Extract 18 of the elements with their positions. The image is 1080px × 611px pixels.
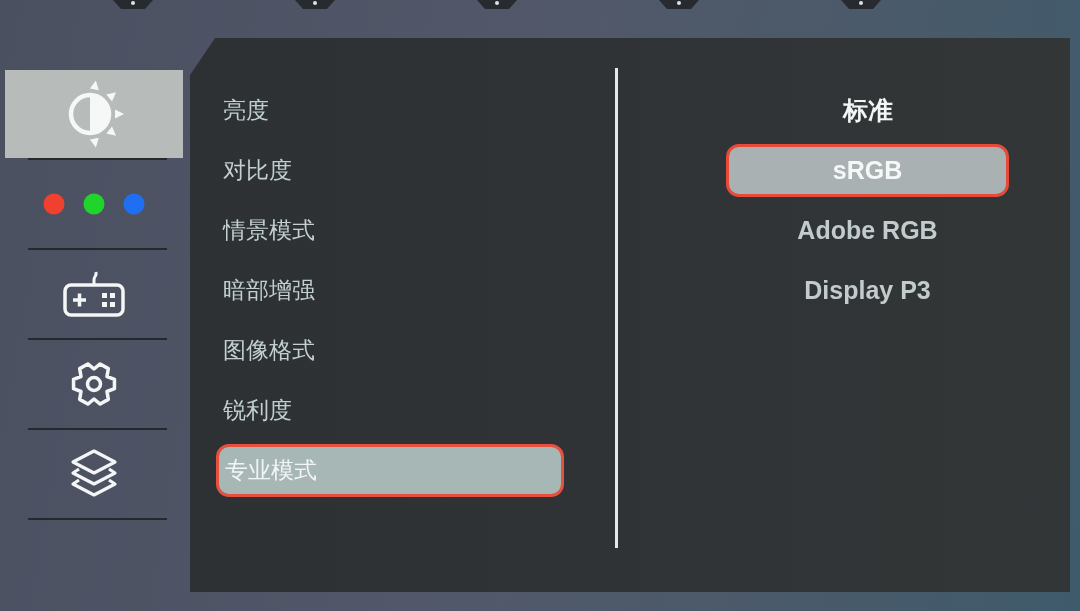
menu-item[interactable]: 亮度	[216, 84, 564, 137]
dot-marker-icon	[295, 0, 335, 9]
menu-item[interactable]: 锐利度	[216, 384, 564, 437]
menu-item[interactable]: 图像格式	[216, 324, 564, 377]
mode-option[interactable]: 标准	[726, 84, 1009, 137]
layers-icon	[69, 448, 119, 500]
mode-option[interactable]: Display P3	[726, 264, 1009, 317]
dot-marker-icon	[659, 0, 699, 9]
menu-item[interactable]: 情景模式	[216, 204, 564, 257]
dot-marker-icon	[477, 0, 517, 9]
mode-option[interactable]: Adobe RGB	[726, 204, 1009, 257]
dot-marker-icon	[113, 0, 153, 9]
menu-item[interactable]: 对比度	[216, 144, 564, 197]
rgb-dots-icon	[43, 193, 145, 215]
dot-marker-icon	[841, 0, 881, 9]
gamepad-icon	[63, 271, 125, 317]
settings-icon	[69, 359, 119, 409]
menu-item[interactable]: 暗部增强	[216, 264, 564, 317]
